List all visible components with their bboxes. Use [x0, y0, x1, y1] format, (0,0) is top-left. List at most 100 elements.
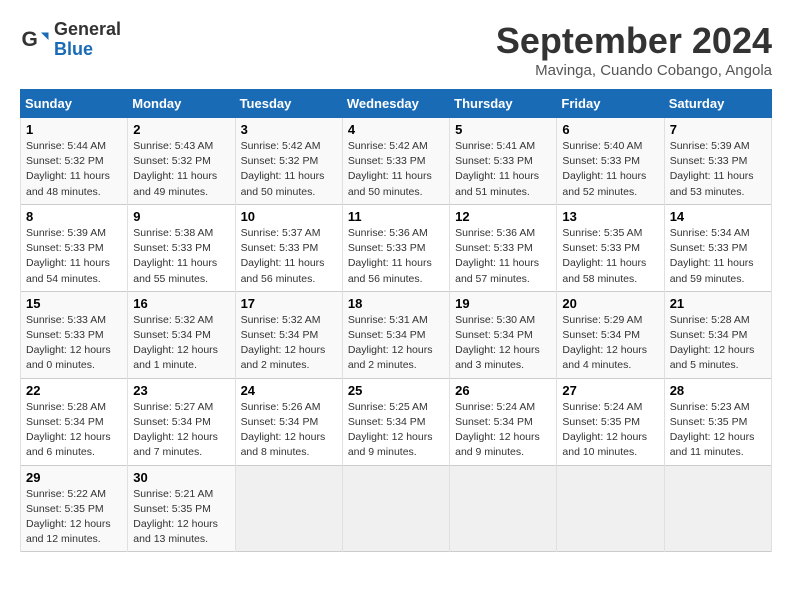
calendar-cell: 28 Sunrise: 5:23 AMSunset: 5:35 PMDaylig…	[664, 378, 771, 465]
calendar-cell: 16 Sunrise: 5:32 AMSunset: 5:34 PMDaylig…	[128, 291, 235, 378]
calendar-week-row: 1 Sunrise: 5:44 AMSunset: 5:32 PMDayligh…	[21, 118, 772, 205]
day-number: 30	[133, 470, 229, 485]
header-wednesday: Wednesday	[342, 90, 449, 118]
day-info: Sunrise: 5:32 AMSunset: 5:34 PMDaylight:…	[133, 314, 218, 372]
calendar-cell	[450, 465, 557, 552]
day-number: 2	[133, 122, 229, 137]
day-info: Sunrise: 5:23 AMSunset: 5:35 PMDaylight:…	[670, 401, 755, 459]
day-number: 5	[455, 122, 551, 137]
day-info: Sunrise: 5:43 AMSunset: 5:32 PMDaylight:…	[133, 140, 217, 198]
calendar-cell: 14 Sunrise: 5:34 AMSunset: 5:33 PMDaylig…	[664, 204, 771, 291]
day-number: 26	[455, 383, 551, 398]
calendar-cell	[235, 465, 342, 552]
day-info: Sunrise: 5:21 AMSunset: 5:35 PMDaylight:…	[133, 488, 218, 546]
day-number: 28	[670, 383, 766, 398]
day-info: Sunrise: 5:39 AMSunset: 5:33 PMDaylight:…	[26, 227, 110, 285]
calendar-week-row: 15 Sunrise: 5:33 AMSunset: 5:33 PMDaylig…	[21, 291, 772, 378]
calendar-table: SundayMondayTuesdayWednesdayThursdayFrid…	[20, 89, 772, 552]
logo-general: General	[54, 20, 121, 40]
calendar-header-row: SundayMondayTuesdayWednesdayThursdayFrid…	[21, 90, 772, 118]
header-saturday: Saturday	[664, 90, 771, 118]
calendar-cell: 3 Sunrise: 5:42 AMSunset: 5:32 PMDayligh…	[235, 118, 342, 205]
day-number: 15	[26, 296, 122, 311]
day-number: 16	[133, 296, 229, 311]
calendar-cell: 4 Sunrise: 5:42 AMSunset: 5:33 PMDayligh…	[342, 118, 449, 205]
day-number: 9	[133, 209, 229, 224]
header-tuesday: Tuesday	[235, 90, 342, 118]
calendar-cell: 9 Sunrise: 5:38 AMSunset: 5:33 PMDayligh…	[128, 204, 235, 291]
day-number: 8	[26, 209, 122, 224]
calendar-cell: 10 Sunrise: 5:37 AMSunset: 5:33 PMDaylig…	[235, 204, 342, 291]
day-info: Sunrise: 5:35 AMSunset: 5:33 PMDaylight:…	[562, 227, 646, 285]
day-number: 7	[670, 122, 766, 137]
calendar-cell: 11 Sunrise: 5:36 AMSunset: 5:33 PMDaylig…	[342, 204, 449, 291]
day-info: Sunrise: 5:34 AMSunset: 5:33 PMDaylight:…	[670, 227, 754, 285]
day-info: Sunrise: 5:24 AMSunset: 5:34 PMDaylight:…	[455, 401, 540, 459]
header-thursday: Thursday	[450, 90, 557, 118]
calendar-cell: 8 Sunrise: 5:39 AMSunset: 5:33 PMDayligh…	[21, 204, 128, 291]
calendar-cell: 22 Sunrise: 5:28 AMSunset: 5:34 PMDaylig…	[21, 378, 128, 465]
day-info: Sunrise: 5:42 AMSunset: 5:33 PMDaylight:…	[348, 140, 432, 198]
location: Mavinga, Cuando Cobango, Angola	[496, 62, 772, 79]
day-info: Sunrise: 5:36 AMSunset: 5:33 PMDaylight:…	[348, 227, 432, 285]
day-info: Sunrise: 5:28 AMSunset: 5:34 PMDaylight:…	[670, 314, 755, 372]
day-info: Sunrise: 5:32 AMSunset: 5:34 PMDaylight:…	[241, 314, 326, 372]
day-info: Sunrise: 5:26 AMSunset: 5:34 PMDaylight:…	[241, 401, 326, 459]
day-info: Sunrise: 5:28 AMSunset: 5:34 PMDaylight:…	[26, 401, 111, 459]
calendar-cell: 19 Sunrise: 5:30 AMSunset: 5:34 PMDaylig…	[450, 291, 557, 378]
calendar-cell: 21 Sunrise: 5:28 AMSunset: 5:34 PMDaylig…	[664, 291, 771, 378]
logo-blue: Blue	[54, 40, 121, 60]
calendar-cell: 29 Sunrise: 5:22 AMSunset: 5:35 PMDaylig…	[21, 465, 128, 552]
calendar-cell: 20 Sunrise: 5:29 AMSunset: 5:34 PMDaylig…	[557, 291, 664, 378]
calendar-cell	[664, 465, 771, 552]
day-info: Sunrise: 5:33 AMSunset: 5:33 PMDaylight:…	[26, 314, 111, 372]
header-friday: Friday	[557, 90, 664, 118]
day-number: 14	[670, 209, 766, 224]
calendar-cell: 5 Sunrise: 5:41 AMSunset: 5:33 PMDayligh…	[450, 118, 557, 205]
day-info: Sunrise: 5:22 AMSunset: 5:35 PMDaylight:…	[26, 488, 111, 546]
calendar-cell	[342, 465, 449, 552]
day-info: Sunrise: 5:24 AMSunset: 5:35 PMDaylight:…	[562, 401, 647, 459]
day-number: 6	[562, 122, 658, 137]
calendar-cell: 6 Sunrise: 5:40 AMSunset: 5:33 PMDayligh…	[557, 118, 664, 205]
calendar-cell: 15 Sunrise: 5:33 AMSunset: 5:33 PMDaylig…	[21, 291, 128, 378]
calendar-cell	[557, 465, 664, 552]
day-number: 19	[455, 296, 551, 311]
day-info: Sunrise: 5:37 AMSunset: 5:33 PMDaylight:…	[241, 227, 325, 285]
day-number: 18	[348, 296, 444, 311]
day-info: Sunrise: 5:39 AMSunset: 5:33 PMDaylight:…	[670, 140, 754, 198]
day-info: Sunrise: 5:31 AMSunset: 5:34 PMDaylight:…	[348, 314, 433, 372]
day-number: 4	[348, 122, 444, 137]
day-number: 11	[348, 209, 444, 224]
day-number: 21	[670, 296, 766, 311]
day-info: Sunrise: 5:41 AMSunset: 5:33 PMDaylight:…	[455, 140, 539, 198]
title-block: September 2024 Mavinga, Cuando Cobango, …	[496, 20, 772, 79]
day-number: 3	[241, 122, 337, 137]
calendar-cell: 25 Sunrise: 5:25 AMSunset: 5:34 PMDaylig…	[342, 378, 449, 465]
day-info: Sunrise: 5:25 AMSunset: 5:34 PMDaylight:…	[348, 401, 433, 459]
calendar-week-row: 29 Sunrise: 5:22 AMSunset: 5:35 PMDaylig…	[21, 465, 772, 552]
calendar-cell: 7 Sunrise: 5:39 AMSunset: 5:33 PMDayligh…	[664, 118, 771, 205]
day-number: 27	[562, 383, 658, 398]
logo-icon: G	[20, 25, 50, 55]
calendar-cell: 12 Sunrise: 5:36 AMSunset: 5:33 PMDaylig…	[450, 204, 557, 291]
day-info: Sunrise: 5:27 AMSunset: 5:34 PMDaylight:…	[133, 401, 218, 459]
day-info: Sunrise: 5:40 AMSunset: 5:33 PMDaylight:…	[562, 140, 646, 198]
day-number: 22	[26, 383, 122, 398]
header-monday: Monday	[128, 90, 235, 118]
calendar-cell: 2 Sunrise: 5:43 AMSunset: 5:32 PMDayligh…	[128, 118, 235, 205]
day-info: Sunrise: 5:42 AMSunset: 5:32 PMDaylight:…	[241, 140, 325, 198]
calendar-cell: 27 Sunrise: 5:24 AMSunset: 5:35 PMDaylig…	[557, 378, 664, 465]
calendar-cell: 26 Sunrise: 5:24 AMSunset: 5:34 PMDaylig…	[450, 378, 557, 465]
calendar-cell: 17 Sunrise: 5:32 AMSunset: 5:34 PMDaylig…	[235, 291, 342, 378]
day-info: Sunrise: 5:38 AMSunset: 5:33 PMDaylight:…	[133, 227, 217, 285]
calendar-cell: 13 Sunrise: 5:35 AMSunset: 5:33 PMDaylig…	[557, 204, 664, 291]
logo: G General Blue	[20, 20, 121, 60]
svg-text:G: G	[22, 28, 38, 51]
calendar-cell: 23 Sunrise: 5:27 AMSunset: 5:34 PMDaylig…	[128, 378, 235, 465]
day-number: 25	[348, 383, 444, 398]
day-info: Sunrise: 5:29 AMSunset: 5:34 PMDaylight:…	[562, 314, 647, 372]
day-number: 17	[241, 296, 337, 311]
calendar-week-row: 22 Sunrise: 5:28 AMSunset: 5:34 PMDaylig…	[21, 378, 772, 465]
day-info: Sunrise: 5:30 AMSunset: 5:34 PMDaylight:…	[455, 314, 540, 372]
